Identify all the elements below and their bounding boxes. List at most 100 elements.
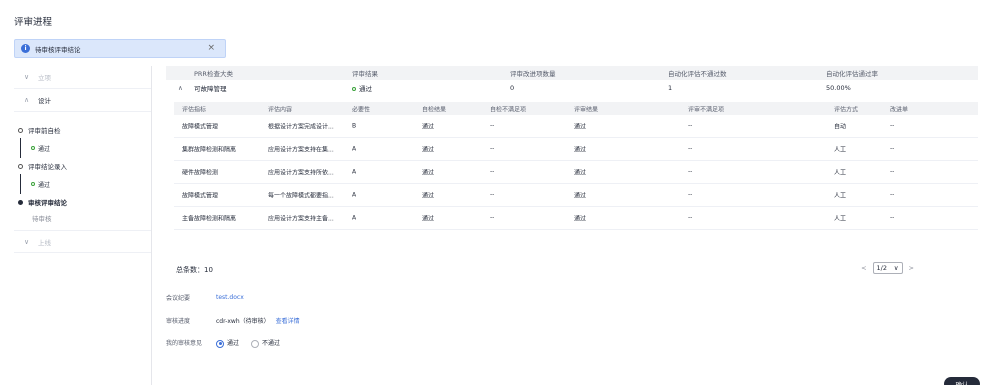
table-cell: 自动 bbox=[834, 123, 847, 131]
page-value: 1/2 bbox=[876, 264, 888, 272]
table-cell: -- bbox=[490, 145, 495, 153]
table-cell: -- bbox=[890, 214, 895, 222]
page-title: 评审进程 bbox=[14, 17, 53, 28]
radio-label: 通过 bbox=[227, 340, 240, 347]
table-cell: 通过 bbox=[422, 123, 435, 131]
minutes-row: 会议纪要 test.docx bbox=[166, 293, 244, 302]
table-cell: A bbox=[352, 214, 357, 222]
total-count: 总条数：10 bbox=[176, 266, 213, 274]
pass-status-icon bbox=[31, 182, 35, 186]
opinion-fail-radio[interactable]: 不通过 bbox=[251, 338, 280, 348]
result-text: 通过 bbox=[359, 85, 372, 93]
stage-label: 上线 bbox=[38, 238, 51, 247]
header-cell: 评审改进项数量 bbox=[510, 70, 556, 78]
header-cell: 评估内容 bbox=[268, 106, 293, 113]
header-cell: 自动化评估不通过数 bbox=[668, 70, 727, 78]
notice-text: 待审核评审结论 bbox=[35, 45, 81, 54]
step-current-icon bbox=[18, 199, 23, 205]
table-cell: -- bbox=[688, 168, 693, 176]
result-cell: 通过 bbox=[352, 83, 372, 93]
step-self-check[interactable]: 评审前自检 通过 bbox=[18, 122, 151, 158]
stage-initiation[interactable]: ∨ 立项 bbox=[14, 66, 151, 89]
table-cell: 人工 bbox=[834, 146, 847, 154]
opinion-pass-radio[interactable]: 通过 bbox=[216, 338, 239, 348]
step-dot-icon bbox=[18, 163, 23, 169]
next-page-button[interactable]: > bbox=[909, 264, 914, 272]
prev-page-button[interactable]: < bbox=[861, 264, 866, 272]
stage-label: 立项 bbox=[38, 74, 51, 82]
table-cell: -- bbox=[688, 145, 693, 153]
pass-status-icon bbox=[352, 87, 356, 91]
chevron-down-icon: ∨ bbox=[24, 73, 30, 81]
table-row[interactable]: 主备故障检测和隔离 应用设计方案支持主备... A 通过 -- 通过 -- 人工 -- bbox=[174, 207, 978, 230]
table-cell: 应用设计方案支持在集... bbox=[268, 146, 334, 154]
header-cell: PRR检查大类 bbox=[194, 70, 233, 78]
auto-fail-cell: 1 bbox=[668, 84, 673, 92]
table-row[interactable]: 故障模式管理 根据设计方案完成设计... B 通过 -- 通过 -- 自动 -- bbox=[174, 115, 978, 138]
header-cell: 评估方式 bbox=[834, 106, 859, 113]
table-cell: -- bbox=[490, 214, 495, 222]
table-row[interactable]: 故障模式管理 每一个故障模式都要指... A 通过 -- 通过 -- 人工 -- bbox=[174, 184, 978, 207]
category-cell: 可故障管理 bbox=[194, 85, 227, 93]
progress-label: 审核进度 bbox=[166, 318, 191, 325]
table-row[interactable]: 硬件故障检测 应用设计方案支持所依... A 通过 -- 通过 -- 人工 -- bbox=[174, 161, 978, 184]
opinion-label: 我的审核意见 bbox=[166, 340, 203, 348]
table-cell: 集群故障检测和隔离 bbox=[182, 146, 237, 154]
table-cell: B bbox=[352, 122, 357, 130]
table-cell: A bbox=[352, 168, 357, 176]
chevron-down-icon: ∨ bbox=[24, 237, 30, 246]
table-cell: 故障模式管理 bbox=[182, 123, 219, 131]
table-cell: 硬件故障检测 bbox=[182, 169, 219, 177]
table-cell: 故障模式管理 bbox=[182, 192, 219, 200]
close-icon[interactable]: × bbox=[207, 43, 215, 53]
minutes-file-link[interactable]: test.docx bbox=[216, 294, 244, 301]
table-cell: 通过 bbox=[422, 192, 435, 200]
stage-launch[interactable]: ∨ 上线 bbox=[14, 230, 151, 253]
table-cell: 通过 bbox=[574, 215, 587, 223]
collapse-icon[interactable]: ∧ bbox=[178, 84, 183, 92]
header-cell: 自检结果 bbox=[422, 106, 447, 113]
page-select[interactable]: 1/2 ∨ bbox=[872, 262, 903, 274]
chevron-down-icon: ∨ bbox=[893, 264, 899, 272]
step-status: 待审核 bbox=[32, 215, 52, 223]
view-details-link[interactable]: 查看详情 bbox=[276, 316, 300, 325]
confirm-button[interactable]: 确认 bbox=[944, 377, 980, 385]
table-cell: 通过 bbox=[574, 192, 587, 200]
header-cell: 自动化评估通过率 bbox=[826, 70, 878, 78]
table-cell: -- bbox=[490, 191, 495, 199]
minutes-label: 会议纪要 bbox=[166, 295, 191, 302]
pagination: < 1/2 ∨ > bbox=[861, 262, 914, 274]
table-cell: -- bbox=[490, 168, 495, 176]
progress-row: 审核进度 cdr-xwh（待审核） 查看详情 bbox=[166, 316, 300, 325]
table-cell: 人工 bbox=[834, 169, 847, 177]
pending-notice: i 待审核评审结论 × bbox=[14, 39, 226, 58]
table-cell: 通过 bbox=[422, 146, 435, 154]
table-cell: 通过 bbox=[574, 123, 587, 131]
step-conclusion-entry[interactable]: 评审结论录入 通过 bbox=[18, 158, 151, 194]
step-review-conclusion[interactable]: 审核评审结论 待审核 bbox=[18, 194, 151, 226]
table-cell: A bbox=[352, 145, 357, 153]
step-label: 评审结论录入 bbox=[28, 163, 67, 171]
table-cell: -- bbox=[490, 122, 495, 130]
table-cell: -- bbox=[688, 214, 693, 222]
step-status: 通过 bbox=[38, 181, 51, 189]
table-row[interactable]: 集群故障检测和隔离 应用设计方案支持在集... A 通过 -- 通过 -- 人工 -- bbox=[174, 138, 978, 161]
radio-unchecked-icon bbox=[251, 339, 260, 348]
step-label: 审核评审结论 bbox=[28, 199, 67, 207]
info-icon: i bbox=[21, 44, 30, 53]
auto-rate-cell: 50.00% bbox=[826, 84, 851, 92]
table-cell: 主备故障检测和隔离 bbox=[182, 215, 237, 223]
table-cell: 人工 bbox=[834, 192, 847, 200]
review-main: PRR检查大类 评审结果 评审改进项数量 自动化评估不通过数 自动化评估通过率 … bbox=[166, 66, 978, 230]
header-cell: 评审结果 bbox=[574, 106, 599, 113]
table-cell: 通过 bbox=[574, 146, 587, 154]
detail-table-header: 评估指标 评估内容 必要性 自检结果 自检不满足项 评审结果 评审不满足项 评估… bbox=[174, 102, 978, 115]
summary-table-row[interactable]: ∧ 可故障管理 通过 0 1 50.00% bbox=[166, 80, 978, 96]
stage-design[interactable]: ∧ 设计 bbox=[14, 89, 151, 112]
table-cell: 每一个故障模式都要指... bbox=[268, 192, 334, 200]
detail-table: 评估指标 评估内容 必要性 自检结果 自检不满足项 评审结果 评审不满足项 评估… bbox=[174, 102, 978, 230]
table-cell: 应用设计方案支持所依... bbox=[268, 169, 334, 177]
table-cell: 根据设计方案完成设计... bbox=[268, 123, 334, 131]
table-cell: -- bbox=[890, 145, 895, 153]
process-sidebar: ∨ 立项 ∧ 设计 评审前自检 通过 评审结论录入 通过 审核评审结论 待审核 … bbox=[14, 66, 152, 385]
